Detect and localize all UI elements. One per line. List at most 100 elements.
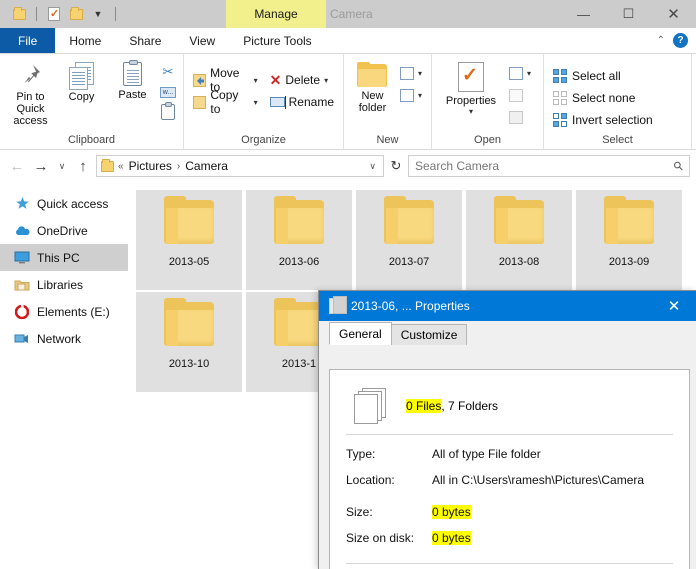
- paste-button[interactable]: Paste: [108, 59, 157, 101]
- forward-button[interactable]: →: [30, 154, 52, 178]
- properties-caret[interactable]: ▾: [469, 107, 473, 116]
- maximize-button[interactable]: ☐: [606, 0, 651, 28]
- sidebar-item-network[interactable]: Network: [0, 325, 128, 352]
- dialog-close-button[interactable]: ✕: [652, 291, 696, 321]
- edit-icon: [509, 89, 523, 102]
- invert-selection-button[interactable]: Invert selection: [550, 110, 656, 130]
- qat-properties-icon[interactable]: [45, 5, 63, 23]
- dialog-summary-row: 0 Files, 7 Folders: [346, 384, 673, 428]
- move-to-caret[interactable]: ▾: [254, 76, 258, 85]
- file-item[interactable]: 2013-09: [576, 190, 682, 290]
- open-with-button[interactable]: ▾: [506, 63, 534, 83]
- back-button[interactable]: ←: [6, 154, 28, 178]
- tab-customize[interactable]: Customize: [391, 324, 468, 345]
- history-button[interactable]: [506, 107, 534, 127]
- rename-icon: [270, 97, 285, 107]
- contextual-tab-manage[interactable]: Manage: [226, 0, 326, 28]
- copy-button[interactable]: Copy: [57, 59, 106, 103]
- close-button[interactable]: ✕: [651, 0, 696, 28]
- delete-icon: ✕: [270, 73, 282, 87]
- new-folder-icon: [357, 62, 387, 87]
- collapse-ribbon-icon[interactable]: ⌃: [657, 35, 665, 46]
- clipboard-body: Pin to Quickaccess Copy Paste: [0, 54, 183, 134]
- qat-chevron-down-icon[interactable]: ▼: [89, 5, 107, 23]
- new-folder-button[interactable]: Newfolder: [350, 59, 395, 114]
- copy-path-button[interactable]: w...: [159, 83, 177, 101]
- edit-button[interactable]: [506, 85, 534, 105]
- tab-home[interactable]: Home: [55, 28, 115, 53]
- file-item[interactable]: 2013-06: [246, 190, 352, 290]
- rename-button[interactable]: Rename: [267, 92, 337, 112]
- sidebar-item-libraries[interactable]: Libraries: [0, 271, 128, 298]
- sidebar-item-onedrive[interactable]: OneDrive: [0, 217, 128, 244]
- easy-access-caret[interactable]: ▾: [418, 91, 422, 100]
- select-all-label: Select all: [572, 69, 621, 83]
- help-icon[interactable]: ?: [673, 33, 688, 48]
- file-stack-icon: [354, 388, 388, 424]
- easy-access-button[interactable]: ▾: [397, 85, 425, 105]
- breadcrumb-pictures[interactable]: Pictures: [128, 159, 173, 173]
- tab-customize-label: Customize: [401, 328, 458, 342]
- copy-to-caret[interactable]: ▾: [254, 98, 258, 107]
- tab-picture-tools[interactable]: Picture Tools: [229, 28, 325, 53]
- properties-button[interactable]: Properties ▾: [438, 59, 504, 116]
- breadcrumb-camera[interactable]: Camera: [184, 159, 229, 173]
- title-bar: ▼ Manage Camera — ☐ ✕: [0, 0, 696, 28]
- folder-icon: [600, 196, 658, 248]
- select-none-button[interactable]: Select none: [550, 88, 656, 108]
- up-button[interactable]: ↑: [72, 154, 94, 178]
- address-field[interactable]: « Pictures › Camera ∨: [96, 155, 384, 177]
- delete-button[interactable]: ✕ Delete ▾: [267, 70, 337, 90]
- qat-folder-icon[interactable]: [10, 5, 28, 23]
- file-item-label: 2013-1: [282, 358, 316, 370]
- refresh-button[interactable]: ↻: [386, 155, 406, 177]
- sidebar-item-this-pc[interactable]: This PC: [0, 244, 128, 271]
- sidebar-item-quick-access[interactable]: Quick access: [0, 190, 128, 217]
- dialog-summary: 0 Files, 7 Folders: [406, 399, 498, 413]
- pin-to-quick-access-button[interactable]: Pin to Quickaccess: [6, 59, 55, 127]
- invert-selection-label: Invert selection: [572, 113, 653, 127]
- select-body: Select all Select none Invert selection: [544, 54, 691, 134]
- copy-label: Copy: [69, 91, 95, 103]
- sidebar-item-elements-e[interactable]: Elements (E:): [0, 298, 128, 325]
- tab-general-label: General: [339, 327, 382, 341]
- tab-view[interactable]: View: [175, 28, 229, 53]
- new-item-caret[interactable]: ▾: [418, 69, 422, 78]
- address-dropdown-icon[interactable]: ∨: [369, 161, 381, 172]
- open-with-icon: [509, 67, 523, 80]
- tab-view-label: View: [189, 34, 215, 48]
- file-item[interactable]: 2013-05: [136, 190, 242, 290]
- recent-locations-button[interactable]: ∨: [54, 154, 70, 178]
- invert-selection-icon: [553, 113, 568, 128]
- search-input[interactable]: Search Camera ⚲: [408, 155, 690, 177]
- move-to-button[interactable]: Move to ▾: [190, 70, 261, 90]
- sidebar-item-label: OneDrive: [37, 224, 88, 238]
- copy-to-button[interactable]: Copy to ▾: [190, 92, 261, 112]
- new-item-button[interactable]: ▾: [397, 63, 425, 83]
- paste-shortcut-button[interactable]: [159, 103, 177, 121]
- tab-share[interactable]: Share: [115, 28, 175, 53]
- open-with-caret[interactable]: ▾: [527, 69, 531, 78]
- qat-new-folder-icon[interactable]: [67, 5, 85, 23]
- search-icon: ⚲: [671, 158, 687, 174]
- pin-icon: [18, 62, 44, 88]
- ribbon-tab-row-right: ⌃ ?: [657, 28, 696, 53]
- delete-caret[interactable]: ▾: [324, 76, 328, 85]
- folder-icon: [490, 196, 548, 248]
- breadcrumb-overflow[interactable]: «: [118, 161, 124, 172]
- field-size: Size: 0 bytes: [346, 499, 673, 525]
- field-size-on-disk-label: Size on disk:: [346, 531, 432, 545]
- organize-group-label: Organize: [184, 134, 343, 149]
- tab-file[interactable]: File: [0, 28, 55, 53]
- field-location-label: Location:: [346, 473, 432, 487]
- minimize-button[interactable]: —: [561, 0, 606, 28]
- file-item-label: 2013-05: [169, 256, 209, 268]
- file-item[interactable]: 2013-08: [466, 190, 572, 290]
- file-item[interactable]: 2013-10: [136, 292, 242, 392]
- select-all-button[interactable]: Select all: [550, 66, 656, 86]
- tab-general[interactable]: General: [329, 322, 392, 345]
- cut-button[interactable]: ✂: [159, 63, 177, 81]
- file-item-label: 2013-10: [169, 358, 209, 370]
- ribbon-group-new: Newfolder ▾ ▾ New: [344, 54, 432, 149]
- file-item[interactable]: 2013-07: [356, 190, 462, 290]
